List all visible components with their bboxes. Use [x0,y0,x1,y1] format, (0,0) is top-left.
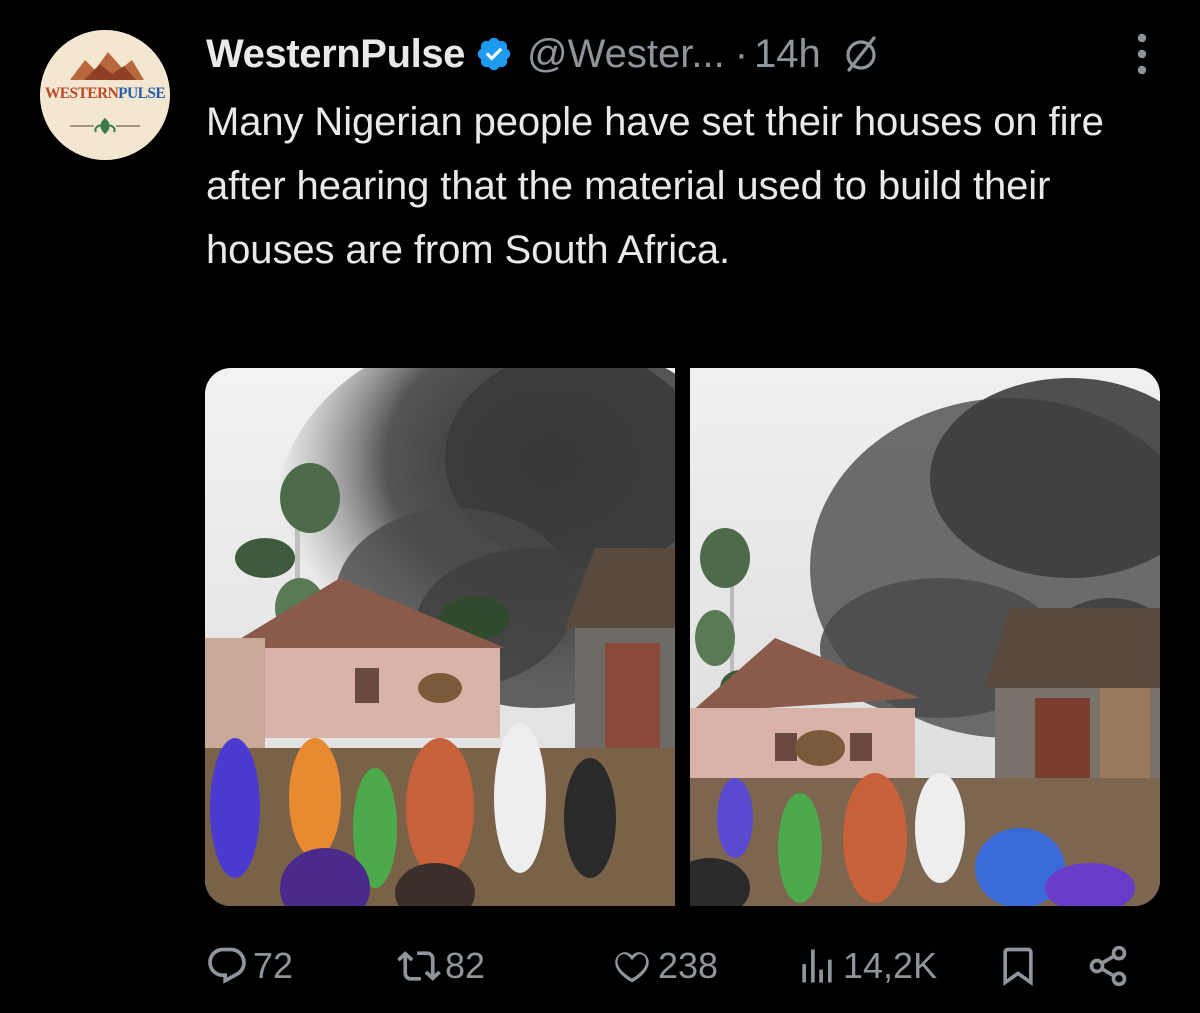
grok-icon[interactable] [841,34,881,74]
views-count: 14,2K [843,945,938,986]
like-count: 238 [658,945,719,986]
avatar-wordmark-pulse: PULSE [118,85,166,102]
display-name[interactable]: WesternPulse [206,32,465,77]
avatar[interactable]: WESTERNPULSE [40,30,170,160]
photo-1-image [205,368,675,906]
reply-icon [208,947,246,984]
repost-icon [397,951,441,981]
separator-dot: · [734,31,749,76]
tweet-header: WesternPulse @Wester... · 14h [206,26,1160,82]
share-icon [1089,945,1127,987]
tweet-text: Many Nigerian people have set their hous… [206,100,1104,272]
bookmark-button[interactable] [996,938,1044,994]
handle[interactable]: @Wester... [527,32,725,77]
views-icon [802,949,832,983]
media-grid [205,368,1160,906]
avatar-wordmark: WESTERNPULSE [40,85,170,103]
timestamp[interactable]: 14h [754,32,821,77]
reply-count: 72 [253,945,294,986]
views-button[interactable]: 14,2K [795,938,937,994]
like-button[interactable]: 238 [610,938,718,994]
repost-button[interactable]: 82 [397,938,485,994]
repost-count: 82 [445,945,486,986]
more-options-icon[interactable] [1134,30,1150,78]
action-bar: 72 82 238 14,2K [0,938,1200,994]
photo-1[interactable] [205,368,675,906]
verified-badge-icon[interactable] [475,35,513,73]
heart-icon [615,952,649,983]
share-button[interactable] [1086,938,1134,994]
avatar-wordmark-western: WESTERN [44,85,119,102]
photo-2[interactable] [690,368,1160,906]
reply-button[interactable]: 72 [205,938,293,994]
bookmark-icon [1003,947,1033,987]
photo-2-image [690,368,1160,906]
